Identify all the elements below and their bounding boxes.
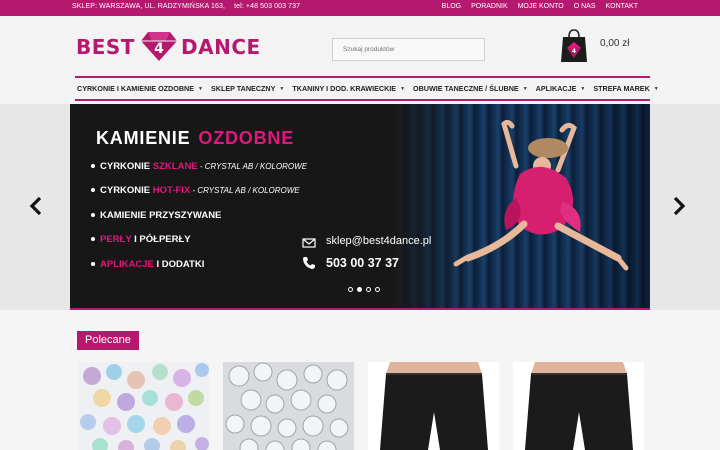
search-input[interactable] (332, 38, 485, 61)
slide-list-item: PERŁY I PÓŁPERŁY (91, 234, 191, 245)
store-address: SKLEP: WARSZAWA, UL. RADZYMIŃSKA 163, (72, 3, 226, 10)
guide-link[interactable]: PORADNIK (471, 3, 508, 10)
caret-down-icon: ▼ (522, 85, 528, 92)
product-image-clear-crystals (223, 362, 354, 450)
slide-email: sklep@best4dance.pl (326, 235, 432, 247)
slide-dot-active[interactable] (357, 287, 362, 292)
caret-down-icon: ▼ (653, 85, 659, 92)
top-bar: SKLEP: WARSZAWA, UL. RADZYMIŃSKA 163, te… (0, 0, 720, 16)
item-highlight: HOT-FIX (152, 185, 191, 196)
nav-item-rhinestones[interactable]: CYRKONIE I KAMIENIE OZDOBNE ▼ (77, 84, 203, 93)
nav-item-label: STREFA MAREK (593, 84, 650, 93)
item-highlight: SZKLANE (152, 161, 198, 172)
logo-digit: 4 (154, 41, 164, 57)
logo-word-dance: DANCE (181, 35, 261, 59)
chevron-right-icon[interactable] (671, 196, 687, 216)
product-image-dance-shorts (513, 362, 644, 450)
main-nav: CYRKONIE I KAMIENIE OZDOBNE ▼ SKLEP TANEC… (75, 76, 659, 101)
slide-dot[interactable] (366, 287, 371, 292)
nav-item-label: CYRKONIE I KAMIENIE OZDOBNE (77, 84, 195, 93)
contact-link[interactable]: KONTAKT (605, 3, 638, 10)
my-account-link[interactable]: MOJE KONTO (518, 3, 564, 10)
dancer-image (453, 119, 629, 271)
store-contact: SKLEP: WARSZAWA, UL. RADZYMIŃSKA 163, te… (72, 3, 307, 10)
caret-down-icon: ▼ (198, 85, 203, 92)
nav-item-fabrics[interactable]: TKANINY I DOD. KRAWIECKIE ▼ (292, 84, 405, 93)
phone-icon (303, 257, 315, 269)
slide-headline: KAMIENIE OZDOBNE (96, 128, 294, 149)
product-card[interactable] (223, 362, 354, 450)
nav-item-label: TKANINY I DOD. KRAWIECKIE (292, 84, 397, 93)
product-image-ab-crystals (78, 362, 209, 450)
envelope-icon (302, 238, 316, 248)
headline-word-2: OZDOBNE (198, 128, 295, 148)
product-image-dance-shorts (368, 362, 499, 450)
slide-phone: 503 00 37 37 (326, 256, 399, 270)
slide-list-item: KAMIENIE PRZYSZYWANE (90, 210, 222, 221)
nav-item-appliques[interactable]: APLIKACJE ▼ (536, 84, 586, 93)
item-text: KAMIENIE PRZYSZYWANE (100, 210, 222, 221)
slide-list-item: APLIKACJE I DODATKI (90, 259, 205, 270)
blog-link[interactable]: BLOG (442, 3, 461, 10)
cart-total[interactable]: 0,00 zł (600, 38, 629, 49)
item-subtext: - CRYSTAL AB / KOLOROWE (190, 186, 300, 195)
caret-down-icon: ▼ (279, 85, 285, 92)
item-highlight: APLIKACJE (100, 259, 154, 270)
site-header: BEST 4 DANCE 4 0,00 zł (0, 16, 720, 78)
product-card[interactable] (78, 362, 209, 450)
caret-down-icon: ▼ (580, 85, 586, 92)
product-grid (78, 362, 644, 450)
diamond-logo-icon: 4 (141, 32, 177, 61)
item-text: CYRKONIE (100, 161, 153, 172)
caret-down-icon: ▼ (400, 85, 406, 92)
nav-item-label: OBUWIE TANECZNE / ŚLUBNE (413, 84, 519, 93)
slide-list-item: CYRKONIE HOT-FIX - CRYSTAL AB / KOLOROWE (91, 185, 300, 196)
chevron-left-icon[interactable] (28, 196, 44, 216)
shopping-bag-icon[interactable]: 4 (560, 28, 588, 64)
nav-item-brands[interactable]: STREFA MAREK ▼ (593, 84, 658, 93)
nav-item-label: SKLEP TANECZNY (210, 84, 276, 93)
top-links: BLOG PORADNIK MOJE KONTO O NAS KONTAKT (434, 3, 638, 10)
slide-pagination (348, 287, 380, 292)
slide-list-item: CYRKONIE SZKLANE - CRYSTAL AB / KOLOROWE (90, 161, 308, 172)
nav-item-shoes[interactable]: OBUWIE TANECZNE / ŚLUBNE ▼ (413, 84, 528, 93)
item-highlight: PERŁY (100, 234, 132, 245)
product-card[interactable] (368, 362, 499, 450)
logo-word-best: BEST (76, 35, 135, 59)
nav-item-dance-shop[interactable]: SKLEP TANECZNY ▼ (211, 84, 284, 93)
product-card[interactable] (513, 362, 644, 450)
item-subtext: - CRYSTAL AB / KOLOROWE (197, 162, 308, 171)
section-title: Polecane (77, 331, 139, 350)
about-link[interactable]: O NAS (574, 3, 596, 10)
nav-item-label: APLIKACJE (535, 84, 577, 93)
hero-slide[interactable]: KAMIENIE OZDOBNE CYRKONIE SZKLANE - CRYST… (70, 104, 650, 310)
slide-dot[interactable] (375, 287, 380, 292)
item-text: I PÓŁPERŁY (131, 234, 191, 245)
item-text: CYRKONIE (100, 185, 153, 196)
slide-dot[interactable] (348, 287, 353, 292)
headline-word-1: KAMIENIE (96, 128, 191, 148)
svg-text:4: 4 (572, 48, 576, 55)
store-phone[interactable]: tel: +48 503 003 737 (234, 3, 300, 10)
item-text: I DODATKI (153, 259, 205, 270)
